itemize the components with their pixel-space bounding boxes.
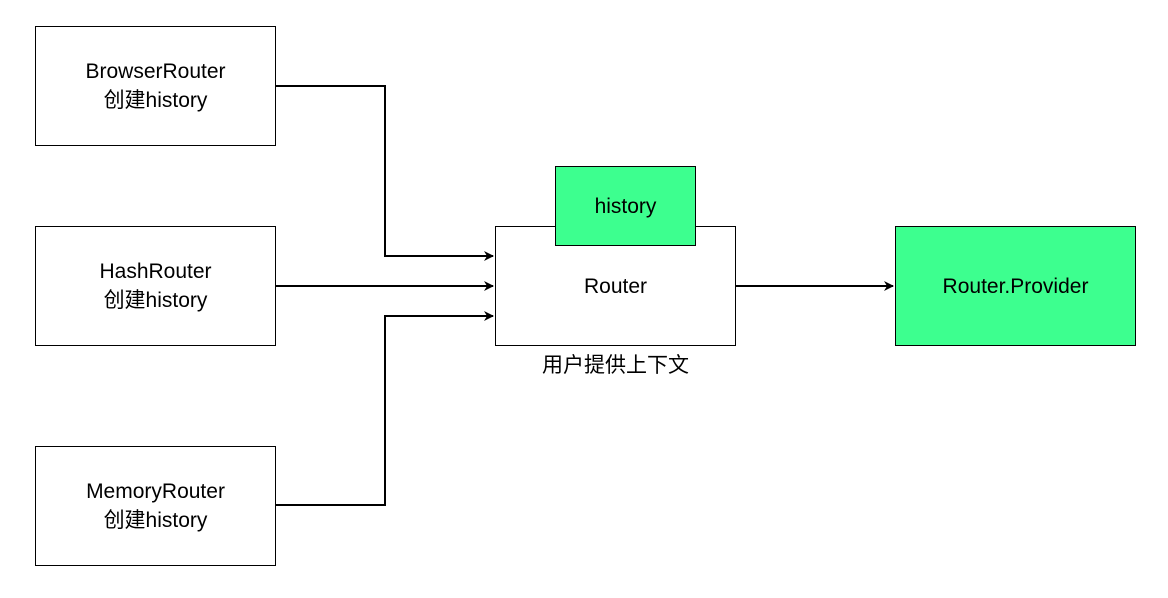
browser-router-title: BrowserRouter [85,60,226,83]
hash-router-node: HashRouter 创建history [35,226,276,346]
memory-router-node: MemoryRouter 创建history [35,446,276,566]
memory-router-subtitle: 创建history [103,509,208,532]
hash-router-title: HashRouter [99,260,212,283]
browser-router-node: BrowserRouter 创建history [35,26,276,146]
browser-router-subtitle: 创建history [103,89,208,112]
router-provider-label: Router.Provider [942,274,1089,298]
router-caption: 用户提供上下文 [542,354,689,377]
hash-router-subtitle: 创建history [103,289,208,312]
router-provider-node: Router.Provider [895,226,1136,346]
router-label: Router [583,274,648,298]
history-node: history [555,166,696,246]
history-label: history [594,194,657,218]
arrow-memory-to-router [275,311,494,506]
arrow-browser-to-router [275,85,494,261]
memory-router-title: MemoryRouter [86,480,225,503]
